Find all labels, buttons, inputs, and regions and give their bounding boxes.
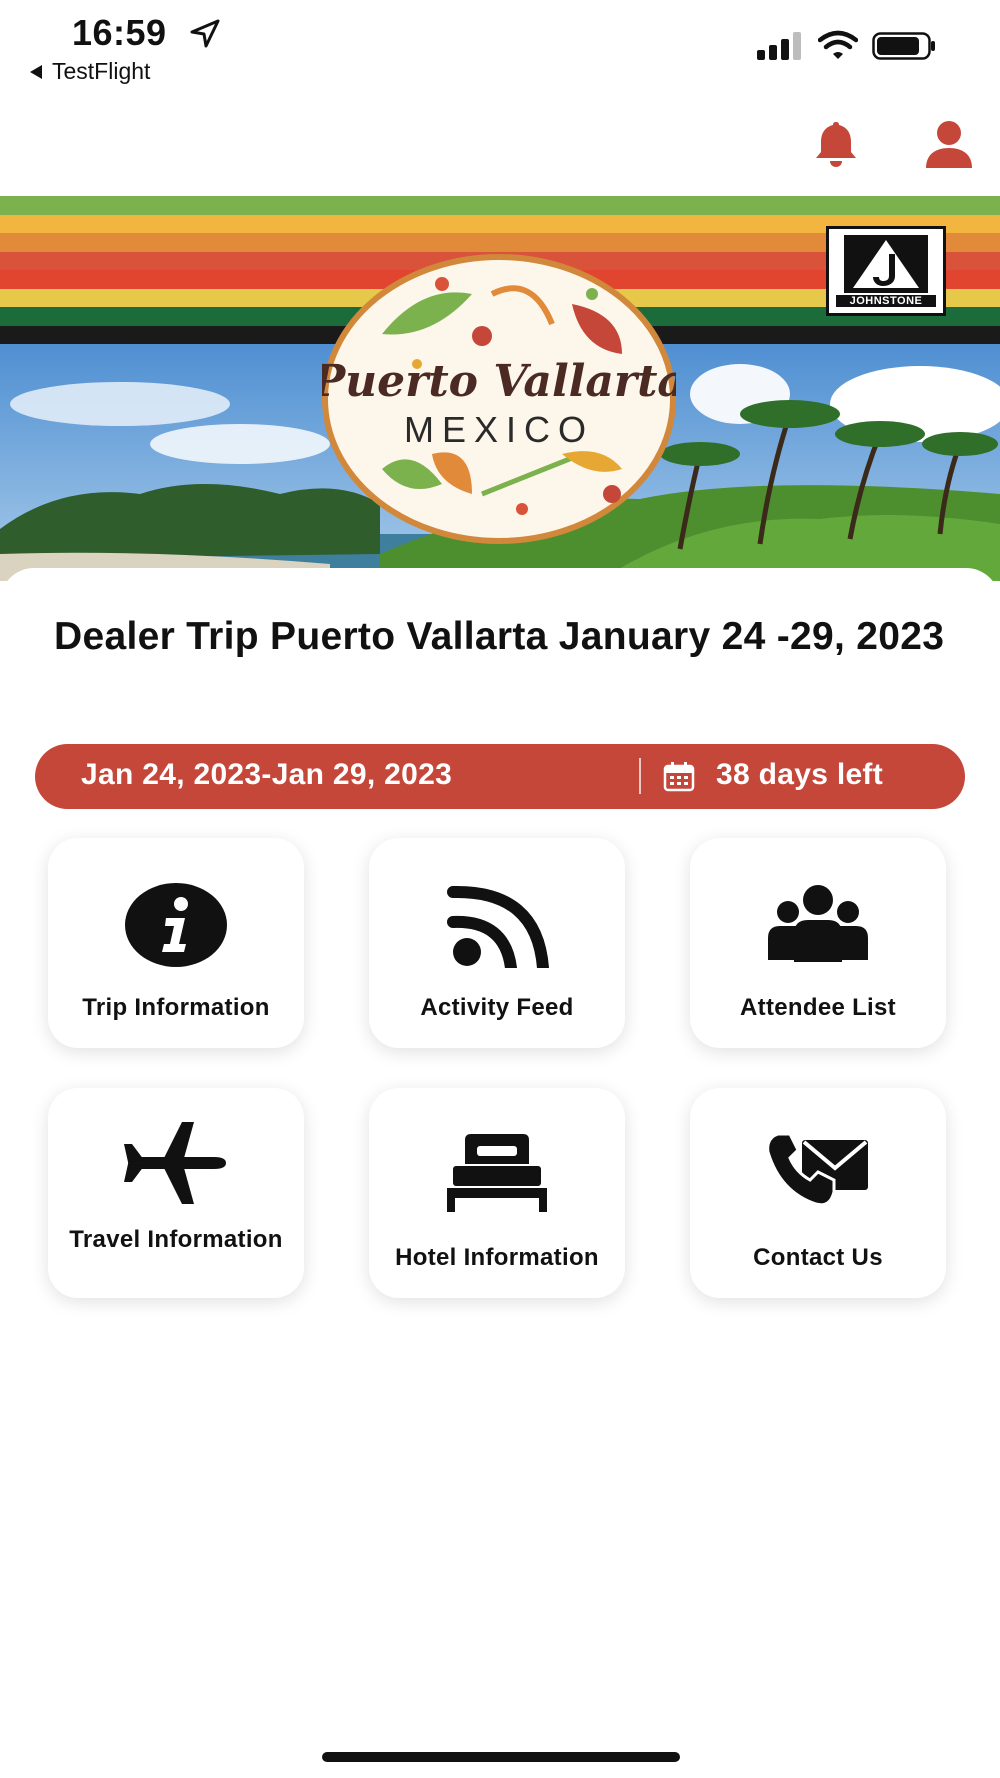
tile-label: Activity Feed xyxy=(420,994,574,1021)
back-to-testflight-link[interactable]: TestFlight xyxy=(30,58,150,85)
activity-feed-tile[interactable]: Activity Feed xyxy=(369,838,625,1048)
tile-label: Attendee List xyxy=(740,994,896,1021)
puerto-vallarta-logo: Puerto Vallarta MEXICO xyxy=(322,254,676,544)
location-arrow-icon xyxy=(190,19,220,48)
tile-label: Trip Information xyxy=(82,994,270,1021)
back-link-label: TestFlight xyxy=(52,58,151,84)
bed-icon xyxy=(447,1134,547,1212)
info-icon xyxy=(125,883,227,967)
back-arrow-icon xyxy=(30,64,42,79)
travel-information-tile[interactable]: Travel Information xyxy=(48,1088,304,1298)
wifi-icon xyxy=(818,30,858,59)
hero-banner: JOHNSTONE Puerto Vallarta MEXICO xyxy=(0,196,1000,581)
calendar-icon xyxy=(663,762,695,792)
logo-subtitle-text: MEXICO xyxy=(404,409,594,450)
logo-script-text: Puerto Vallarta xyxy=(322,356,676,407)
airplane-icon xyxy=(124,1122,226,1204)
trip-title: Dealer Trip Puerto Vallarta January 24 -… xyxy=(54,615,945,658)
trip-date-range: Jan 24, 2023-Jan 29, 2023 xyxy=(81,758,453,791)
trip-content: Dealer Trip Puerto Vallarta January 24 -… xyxy=(0,568,1000,1778)
phone-envelope-icon xyxy=(766,1132,868,1207)
trip-date-pill: Jan 24, 2023-Jan 29, 2023 38 days left xyxy=(35,744,965,809)
app-header xyxy=(0,92,1000,196)
user-icon[interactable] xyxy=(924,120,974,168)
attendee-list-tile[interactable]: Attendee List xyxy=(690,838,946,1048)
people-icon xyxy=(768,885,868,962)
pill-divider xyxy=(639,758,641,794)
johnstone-brand-text: JOHNSTONE xyxy=(836,295,936,307)
status-bar: 16:59 TestFlight xyxy=(0,0,1000,92)
days-left-text: 38 days left xyxy=(716,758,884,791)
bell-icon[interactable] xyxy=(814,120,858,168)
tile-label: Travel Information xyxy=(69,1226,283,1253)
hotel-information-tile[interactable]: Hotel Information xyxy=(369,1088,625,1298)
signal-icon xyxy=(757,32,801,60)
feed-icon xyxy=(447,885,549,968)
johnstone-mark-icon xyxy=(844,235,928,293)
tile-label: Contact Us xyxy=(753,1244,883,1271)
home-indicator[interactable] xyxy=(322,1752,680,1762)
battery-icon xyxy=(872,32,935,60)
johnstone-logo: JOHNSTONE xyxy=(826,226,946,316)
contact-us-tile[interactable]: Contact Us xyxy=(690,1088,946,1298)
tile-label: Hotel Information xyxy=(395,1244,599,1271)
trip-information-tile[interactable]: Trip Information xyxy=(48,838,304,1048)
status-time: 16:59 xyxy=(72,12,167,53)
